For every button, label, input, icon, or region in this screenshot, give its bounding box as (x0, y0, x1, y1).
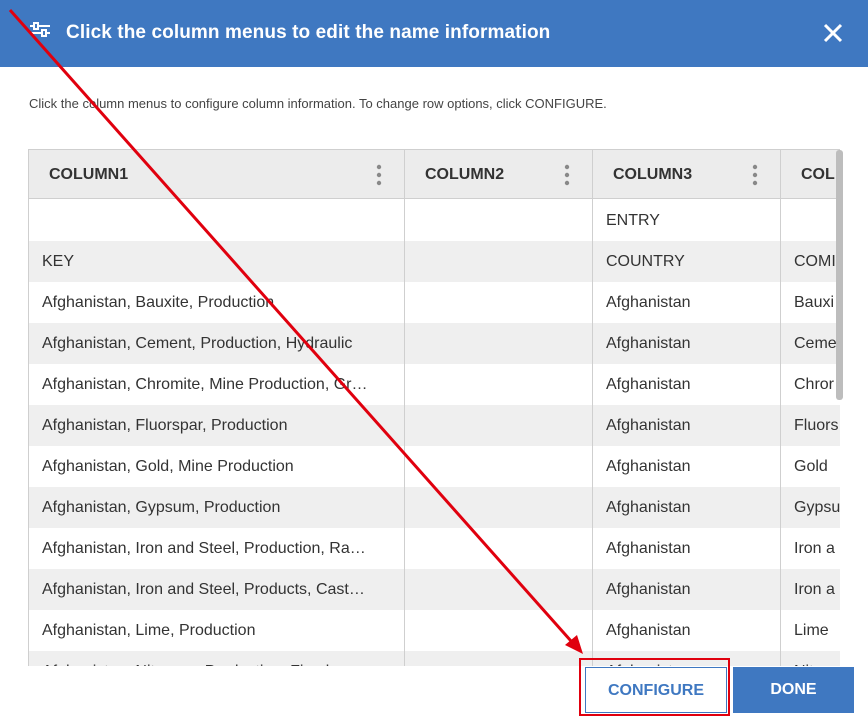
cell-column3: Afghanistan (606, 581, 691, 598)
column-header-3[interactable]: COLUMN3 (593, 149, 781, 199)
table-row[interactable]: Afghanistan, Gold, Mine Production Afgha… (29, 446, 840, 487)
column-divider (592, 149, 593, 666)
vertical-ellipsis-icon[interactable] (561, 163, 573, 187)
cell-column1: Afghanistan, Nitrogen, Production, Fixed… (29, 651, 404, 666)
column-header-label: COLUMN2 (425, 166, 505, 183)
column-header-2[interactable]: COLUMN2 (405, 149, 593, 199)
column-header-label: COLUMN1 (49, 166, 129, 183)
table-row[interactable]: KEY COUNTRY COMI (29, 241, 840, 282)
close-icon[interactable] (818, 18, 848, 48)
cell-column4: Nitro (781, 651, 840, 666)
data-grid: COLUMN1 COLUMN2 COLUMN3 COL ENTRY KEY CO… (28, 149, 840, 666)
sliders-icon (30, 22, 50, 37)
cell-column4: Fluors (794, 417, 839, 434)
cell-column3: Afghanistan (606, 540, 691, 557)
cell-column3: Afghanistan (606, 376, 691, 393)
cell-column3: ENTRY (606, 212, 660, 229)
cell-column1: Afghanistan, Chromite, Mine Production, … (42, 376, 368, 393)
table-row[interactable]: Afghanistan, Bauxite, Production Afghani… (29, 282, 840, 323)
cell-column3: Afghanistan (606, 335, 691, 352)
cell-column4: COMI (794, 253, 836, 270)
column-divider (404, 149, 405, 666)
instructions-text: Click the column menus to configure colu… (29, 96, 607, 111)
cell-column3: Afghanistan (606, 622, 691, 639)
cell-column1: KEY (42, 253, 75, 270)
table-row[interactable]: Afghanistan, Fluorspar, Production Afgha… (29, 405, 840, 446)
column-header-label: COL (801, 166, 835, 183)
cell-column1: Afghanistan, Bauxite, Production (42, 294, 275, 311)
table-row[interactable]: Afghanistan, Cement, Production, Hydraul… (29, 323, 840, 364)
cell-column3: Afghanistan (606, 458, 691, 475)
cell-column4: Ceme (794, 335, 837, 352)
cell-column1: Afghanistan, Gypsum, Production (42, 499, 281, 516)
column-header-4[interactable]: COL (781, 149, 840, 199)
cell-column1: Afghanistan, Gold, Mine Production (42, 458, 294, 475)
cell-column4: Chror (794, 376, 835, 393)
table-row[interactable]: Afghanistan, Gypsum, Production Afghanis… (29, 487, 840, 528)
cell-column3: COUNTRY (606, 253, 685, 270)
cell-column4: Gypsu (794, 499, 840, 516)
cell-column4: Iron a (794, 581, 835, 598)
cell-column4: Iron a (794, 540, 835, 557)
cell-column4: Lime (794, 622, 829, 639)
vertical-ellipsis-icon[interactable] (749, 163, 761, 187)
cell-column1: Afghanistan, Lime, Production (42, 622, 256, 639)
vertical-scrollbar[interactable] (836, 150, 843, 400)
cell-column3: Afghanistan (606, 294, 691, 311)
cell-column1: Afghanistan, Fluorspar, Production (42, 417, 288, 434)
done-button[interactable]: DONE (733, 667, 854, 713)
table-row[interactable]: Afghanistan, Nitrogen, Production, Fixed… (29, 651, 840, 666)
cell-column3: Afghanistan (606, 499, 691, 516)
cell-column3: Afghanistan (593, 651, 780, 666)
column-header-label: COLUMN3 (613, 166, 693, 183)
cell-column3: Afghanistan (606, 417, 691, 434)
cell-column1: Afghanistan, Iron and Steel, Products, C… (42, 581, 365, 598)
vertical-ellipsis-icon[interactable] (373, 163, 385, 187)
table-row[interactable]: Afghanistan, Iron and Steel, Products, C… (29, 569, 840, 610)
table-row[interactable]: Afghanistan, Iron and Steel, Production,… (29, 528, 840, 569)
table-row[interactable]: Afghanistan, Chromite, Mine Production, … (29, 364, 840, 405)
cell-column4: Gold (794, 458, 828, 475)
cell-column4: Bauxi (794, 294, 835, 311)
dialog-title: Click the column menus to edit the name … (66, 22, 551, 43)
dialog-header: Click the column menus to edit the name … (0, 0, 868, 67)
cell-column1: Afghanistan, Cement, Production, Hydraul… (42, 335, 353, 352)
column-header-1[interactable]: COLUMN1 (29, 149, 405, 199)
cell-column1: Afghanistan, Iron and Steel, Production,… (42, 540, 366, 557)
column-divider (780, 149, 781, 666)
configure-button[interactable]: CONFIGURE (585, 667, 727, 713)
table-row[interactable]: Afghanistan, Lime, Production Afghanista… (29, 610, 840, 651)
cell-column4 (781, 200, 840, 241)
table-row[interactable]: ENTRY (29, 200, 840, 241)
cell-column1 (29, 200, 404, 241)
